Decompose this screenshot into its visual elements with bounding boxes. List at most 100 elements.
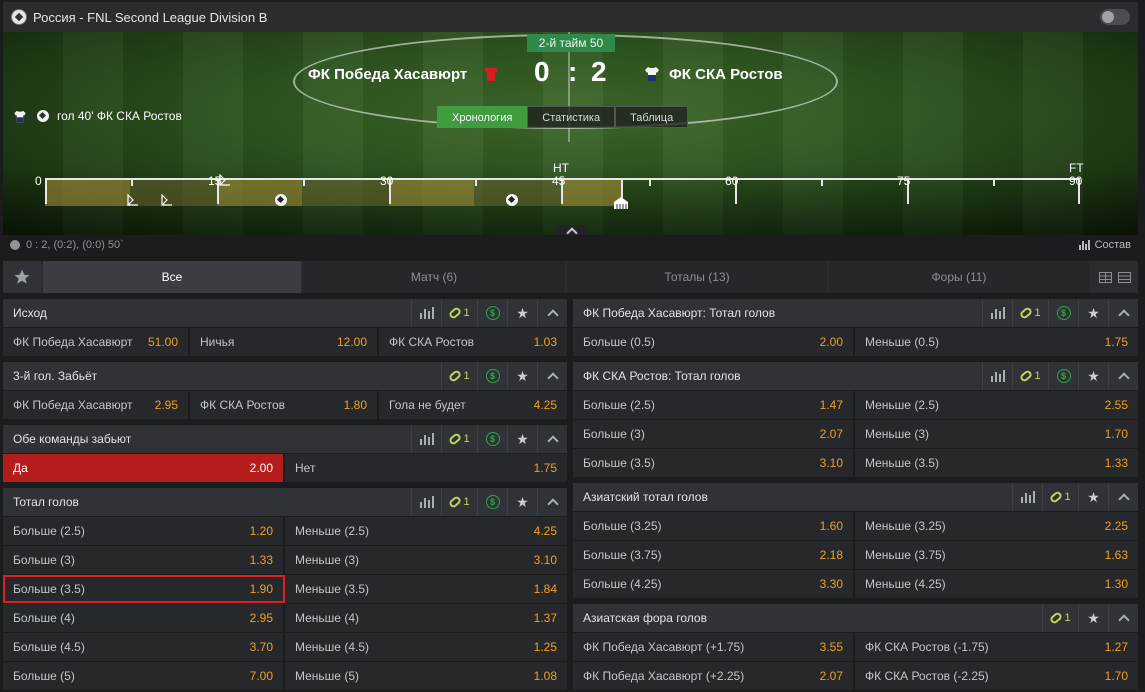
odds-button[interactable]: Больше (3) 1.33 <box>3 546 285 574</box>
odds-button[interactable]: ФК Победа Хасавюрт (+1.75) 3.55 <box>573 633 855 661</box>
odds-button[interactable]: Меньше (3.5) 1.84 <box>285 575 567 603</box>
collapse-header-button[interactable] <box>556 225 588 235</box>
odds-button[interactable]: ФК Победа Хасавюрт (+2.25) 2.07 <box>573 662 855 690</box>
market-title: 3-й гол. Забьёт <box>13 369 98 383</box>
odds-button[interactable]: Больше (3.5) 1.90 <box>3 575 285 603</box>
favorites-tab[interactable] <box>3 261 41 293</box>
odds-button[interactable]: Меньше (5) 1.08 <box>285 662 567 690</box>
collapse-market-button[interactable] <box>537 488 567 516</box>
tab-all[interactable]: Все <box>43 261 301 293</box>
favorite-market-button[interactable]: ★ <box>1078 483 1108 511</box>
odds-button[interactable]: Меньше (3.75) 1.63 <box>855 541 1138 569</box>
odds-button[interactable]: Меньше (3.25) 2.25 <box>855 512 1138 540</box>
market-link-button[interactable]: 1 <box>1042 483 1078 511</box>
odds-button[interactable]: Больше (4.5) 3.70 <box>3 633 285 661</box>
collapse-market-button[interactable] <box>537 362 567 390</box>
odds-button[interactable]: Больше (0.5) 2.00 <box>573 328 855 356</box>
outcome-label: Больше (3.5) <box>13 582 85 596</box>
odds-button[interactable]: Да 2.00 <box>3 454 285 482</box>
odds-button[interactable]: ФК Победа Хасавюрт 51.00 <box>3 328 190 356</box>
cashout-button[interactable]: $ <box>477 425 507 453</box>
collapse-market-button[interactable] <box>1108 604 1138 632</box>
odds-button[interactable]: Больше (5) 7.00 <box>3 662 285 690</box>
tab-totals[interactable]: Тоталы (13) <box>567 261 827 293</box>
tab-chronology[interactable]: Хронология <box>437 106 528 128</box>
market-link-button[interactable]: 1 <box>441 425 477 453</box>
collapse-market-button[interactable] <box>1108 483 1138 511</box>
odds-button[interactable]: Меньше (3) 1.70 <box>855 420 1138 448</box>
collapse-market-button[interactable] <box>1108 362 1138 390</box>
odds-button[interactable]: Меньше (0.5) 1.75 <box>855 328 1138 356</box>
odds-button[interactable]: Гола не будет 4.25 <box>379 391 567 419</box>
market-block: Обе команды забьют 1 $ ★ Да 2.00 Нет 1.75 <box>3 425 567 482</box>
odds-button[interactable]: Меньше (3) 3.10 <box>285 546 567 574</box>
favorite-market-button[interactable]: ★ <box>1078 362 1108 390</box>
odds-button[interactable]: Меньше (2.5) 2.55 <box>855 391 1138 419</box>
tab-statistics[interactable]: Статистика <box>527 106 616 128</box>
market-stats-button[interactable] <box>411 299 441 327</box>
cashout-button[interactable]: $ <box>477 299 507 327</box>
table-view-icon[interactable] <box>1098 271 1112 283</box>
collapse-market-button[interactable] <box>537 299 567 327</box>
market-link-button[interactable]: 1 <box>441 488 477 516</box>
odds-button[interactable]: Меньше (4.5) 1.25 <box>285 633 567 661</box>
market-stats-button[interactable] <box>1012 483 1042 511</box>
cashout-button[interactable]: $ <box>477 362 507 390</box>
collapse-market-button[interactable] <box>1108 299 1138 327</box>
odds-button[interactable]: Меньше (4.25) 1.30 <box>855 570 1138 598</box>
odds-button[interactable]: Больше (2.5) 1.20 <box>3 517 285 545</box>
favorite-market-button[interactable]: ★ <box>1078 604 1108 632</box>
odds-button[interactable]: ФК СКА Ростов (-2.25) 1.70 <box>855 662 1138 690</box>
stats-icon <box>419 433 434 445</box>
market-stats-button[interactable] <box>411 425 441 453</box>
tab-handicaps[interactable]: Форы (11) <box>829 261 1089 293</box>
odds-button[interactable]: Больше (3.75) 2.18 <box>573 541 855 569</box>
odds-button[interactable]: Меньше (3.5) 1.33 <box>855 449 1138 477</box>
odds-button[interactable]: ФК Победа Хасавюрт 2.95 <box>3 391 190 419</box>
favorite-market-button[interactable]: ★ <box>507 299 537 327</box>
odds-button[interactable]: Больше (3.5) 3.10 <box>573 449 855 477</box>
odds-button[interactable]: Больше (3) 2.07 <box>573 420 855 448</box>
odds-button[interactable]: Больше (2.5) 1.47 <box>573 391 855 419</box>
market-link-button[interactable]: 1 <box>441 362 477 390</box>
odds-button[interactable]: ФК СКА Ростов 1.80 <box>190 391 379 419</box>
market-stats-button[interactable] <box>411 488 441 516</box>
market-header[interactable]: 3-й гол. Забьёт 1 $ ★ <box>3 362 567 390</box>
outcome-label: ФК Победа Хасавюрт (+2.25) <box>583 669 745 683</box>
market-link-button[interactable]: 1 <box>441 299 477 327</box>
tab-match[interactable]: Матч (6) <box>303 261 565 293</box>
market-header[interactable]: Обе команды забьют 1 $ ★ <box>3 425 567 453</box>
market-header[interactable]: ФК СКА Ростов: Тотал голов 1 $ ★ <box>573 362 1138 390</box>
market-header[interactable]: Азиатский тотал голов 1 ★ <box>573 483 1138 511</box>
favorite-market-button[interactable]: ★ <box>507 362 537 390</box>
odds-button[interactable]: Ничья 12.00 <box>190 328 379 356</box>
odds-button[interactable]: Больше (3.25) 1.60 <box>573 512 855 540</box>
cashout-button[interactable]: $ <box>1048 299 1078 327</box>
odds-button[interactable]: Меньше (2.5) 4.25 <box>285 517 567 545</box>
settings-toggle[interactable] <box>1100 9 1130 25</box>
market-link-button[interactable]: 1 <box>1012 362 1048 390</box>
lineup-button[interactable]: Состав <box>1078 239 1131 251</box>
cashout-button[interactable]: $ <box>1048 362 1078 390</box>
market-link-button[interactable]: 1 <box>1012 299 1048 327</box>
odds-button[interactable]: Меньше (4) 1.37 <box>285 604 567 632</box>
market-link-button[interactable]: 1 <box>1042 604 1078 632</box>
odds-button[interactable]: ФК СКА Ростов (-1.75) 1.27 <box>855 633 1138 661</box>
market-stats-button[interactable] <box>982 299 1012 327</box>
market-header[interactable]: Тотал голов 1 $ ★ <box>3 488 567 516</box>
favorite-market-button[interactable]: ★ <box>507 488 537 516</box>
tab-table[interactable]: Таблица <box>615 106 689 128</box>
favorite-market-button[interactable]: ★ <box>507 425 537 453</box>
odds-button[interactable]: Больше (4.25) 3.30 <box>573 570 855 598</box>
odds-button[interactable]: Нет 1.75 <box>285 454 567 482</box>
collapse-market-button[interactable] <box>537 425 567 453</box>
market-header[interactable]: ФК Победа Хасавюрт: Тотал голов 1 $ ★ <box>573 299 1138 327</box>
list-view-icon[interactable] <box>1117 271 1131 283</box>
odds-button[interactable]: ФК СКА Ростов 1.03 <box>379 328 567 356</box>
odds-button[interactable]: Больше (4) 2.95 <box>3 604 285 632</box>
market-stats-button[interactable] <box>982 362 1012 390</box>
favorite-market-button[interactable]: ★ <box>1078 299 1108 327</box>
market-header[interactable]: Азиатская фора голов 1 ★ <box>573 604 1138 632</box>
market-header[interactable]: Исход 1 $ ★ <box>3 299 567 327</box>
cashout-button[interactable]: $ <box>477 488 507 516</box>
